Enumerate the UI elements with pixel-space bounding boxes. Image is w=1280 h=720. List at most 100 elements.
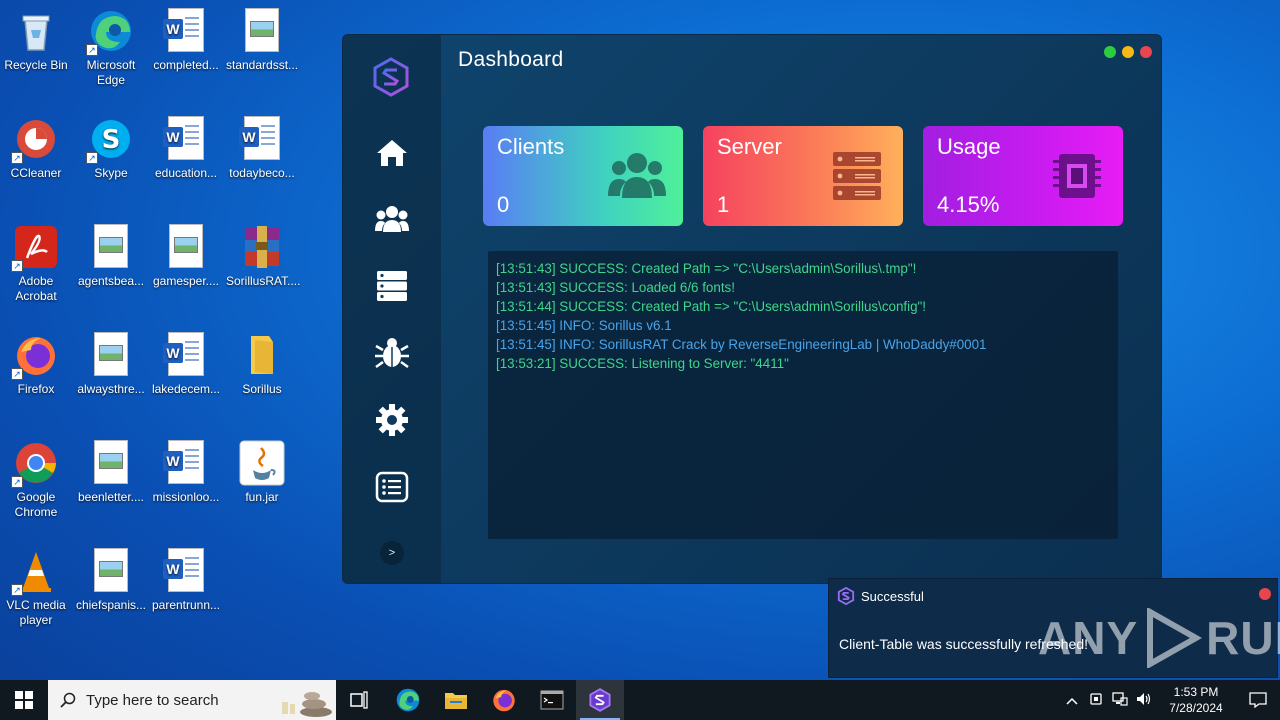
image-file-icon: [163, 224, 209, 270]
desktop-icon-parentrunn[interactable]: W parentrunn...: [150, 548, 222, 613]
desktop-icon-adobe-acrobat[interactable]: ↗ Adobe Acrobat: [0, 224, 72, 304]
sidebar: >: [343, 35, 441, 583]
taskbar-search-box[interactable]: Type here to search: [48, 680, 336, 720]
desktop-icon-skype[interactable]: S ↗ Skype: [75, 116, 147, 181]
taskbar-cmd[interactable]: [528, 680, 576, 720]
desktop-icon-microsoft-edge[interactable]: ↗ Microsoft Edge: [75, 8, 147, 88]
image-file-icon: [88, 548, 134, 594]
clock-time: 1:53 PM: [1173, 685, 1219, 699]
nav-logs[interactable]: [374, 469, 410, 505]
desktop-icon-chiefspanis[interactable]: chiefspanis...: [75, 548, 147, 613]
sorillus-app-window: > Dashboard Clients 0 Server 1 Usage 4.1…: [342, 34, 1162, 584]
image-file-icon: [88, 332, 134, 378]
server-card: Server 1: [703, 126, 903, 226]
nav-clients[interactable]: [374, 201, 410, 237]
notification-icon: [1249, 692, 1267, 708]
minimize-button[interactable]: [1122, 46, 1134, 58]
desktop-icon-recycle-bin[interactable]: Recycle Bin: [0, 8, 72, 73]
image-file-icon: [88, 440, 134, 486]
nav-server[interactable]: [374, 268, 410, 304]
taskbar-edge[interactable]: [384, 680, 432, 720]
usage-card: Usage 4.15%: [923, 126, 1123, 226]
system-tray: 1:53 PM 7/28/2024: [1060, 680, 1280, 720]
chrome-icon: ↗: [11, 440, 59, 488]
search-highlight-image-icon: [264, 682, 334, 718]
console-log-line: [13:51:45] INFO: Sorillus v6.1: [496, 318, 672, 333]
clients-card-value: 0: [497, 192, 510, 217]
action-center-button[interactable]: [1236, 692, 1280, 708]
task-view-button[interactable]: [336, 680, 384, 720]
server-card-title: Server: [717, 134, 782, 159]
anyrun-watermark: ANY RUN: [1038, 608, 1280, 668]
search-icon: [60, 692, 76, 708]
desktop-icon-completed[interactable]: W completed...: [150, 8, 222, 73]
taskbar-firefox[interactable]: [480, 680, 528, 720]
desktop-icon-education[interactable]: W education...: [150, 116, 222, 181]
taskbar-sorillus[interactable]: [576, 680, 624, 720]
desktop-icon-agentsbea[interactable]: agentsbea...: [75, 224, 147, 289]
server-icon: [827, 150, 887, 202]
desktop-icon-lakedecem[interactable]: W lakedecem...: [150, 332, 222, 397]
desktop-icon-sorillusrat[interactable]: SorillusRAT....: [226, 224, 300, 289]
recycle-bin-icon: [13, 8, 59, 54]
word-doc-icon: W: [239, 116, 285, 162]
nav-builder[interactable]: [374, 335, 410, 371]
sorillus-logo-icon: [371, 57, 411, 97]
adobe-acrobat-icon: ↗: [11, 224, 59, 272]
desktop-icon-firefox[interactable]: ↗ Firefox: [0, 332, 72, 397]
windows-logo-icon: [15, 691, 33, 709]
desktop-icon-sorillus-folder[interactable]: Sorillus: [226, 332, 298, 397]
chevron-up-icon[interactable]: [1060, 693, 1084, 708]
firefox-icon: ↗: [11, 332, 59, 380]
nav-settings[interactable]: [374, 402, 410, 438]
volume-icon[interactable]: [1132, 692, 1156, 709]
clients-card-title: Clients: [497, 134, 565, 159]
desktop-icon-missionloo[interactable]: W missionloo...: [150, 440, 222, 505]
toast-header: Successful: [837, 587, 924, 605]
desktop-icon-beenletter[interactable]: beenletter....: [75, 440, 147, 505]
maximize-button[interactable]: [1104, 46, 1116, 58]
taskbar-clock[interactable]: 1:53 PM 7/28/2024: [1156, 684, 1236, 716]
console-log-line: [13:51:44] SUCCESS: Created Path => "C:\…: [496, 299, 927, 314]
desktop-icon-gamesper[interactable]: gamesper....: [150, 224, 222, 289]
taskbar-file-explorer[interactable]: [432, 680, 480, 720]
skype-icon: S ↗: [86, 116, 134, 164]
console-log-line: [13:53:21] SUCCESS: Listening to Server:…: [496, 356, 789, 371]
desktop-icon-standardsst[interactable]: standardsst...: [226, 8, 298, 73]
console-log-line: [13:51:43] SUCCESS: Loaded 6/6 fonts!: [496, 280, 735, 295]
users-icon: [607, 150, 667, 202]
usb-device-icon[interactable]: [1084, 692, 1108, 709]
clock-date: 7/28/2024: [1169, 701, 1223, 715]
close-button[interactable]: [1140, 46, 1152, 58]
search-placeholder: Type here to search: [86, 691, 219, 709]
desktop-icon-ccleaner[interactable]: ↗ CCleaner: [0, 116, 72, 181]
console-log: [13:51:43] SUCCESS: Created Path => "C:\…: [488, 251, 1118, 539]
desktop-icon-todaybeco[interactable]: W todaybeco...: [226, 116, 298, 181]
watermark-text-run: RUN: [1206, 612, 1280, 664]
firefox-icon: [493, 689, 515, 712]
task-view-icon: [350, 691, 368, 709]
page-title: Dashboard: [458, 48, 564, 71]
word-doc-icon: W: [163, 116, 209, 162]
home-icon: [377, 140, 407, 166]
svg-text:S: S: [102, 125, 121, 155]
taskbar: Type here to search 1:53 PM 7/28/2024: [0, 680, 1280, 720]
edge-icon: [396, 688, 420, 712]
image-file-icon: [239, 8, 285, 54]
desktop-icon-google-chrome[interactable]: ↗ Google Chrome: [0, 440, 72, 520]
start-button[interactable]: [0, 680, 48, 720]
usage-card-title: Usage: [937, 134, 1001, 159]
terminal-icon: [540, 690, 564, 710]
expand-sidebar-button[interactable]: >: [380, 541, 404, 565]
file-explorer-icon: [445, 693, 467, 709]
nav-home[interactable]: [374, 135, 410, 171]
cpu-icon: [1047, 150, 1107, 202]
vlc-icon: ↗: [11, 548, 59, 596]
network-icon[interactable]: [1108, 691, 1132, 709]
desktop-icon-fun-jar[interactable]: fun.jar: [226, 440, 298, 505]
desktop-icon-alwaysthre[interactable]: alwaysthre...: [75, 332, 147, 397]
sorillus-logo-icon: [837, 587, 855, 605]
gear-icon: [376, 404, 408, 436]
toast-close-button[interactable]: [1259, 588, 1271, 600]
desktop-icon-vlc[interactable]: ↗ VLC media player: [0, 548, 72, 628]
